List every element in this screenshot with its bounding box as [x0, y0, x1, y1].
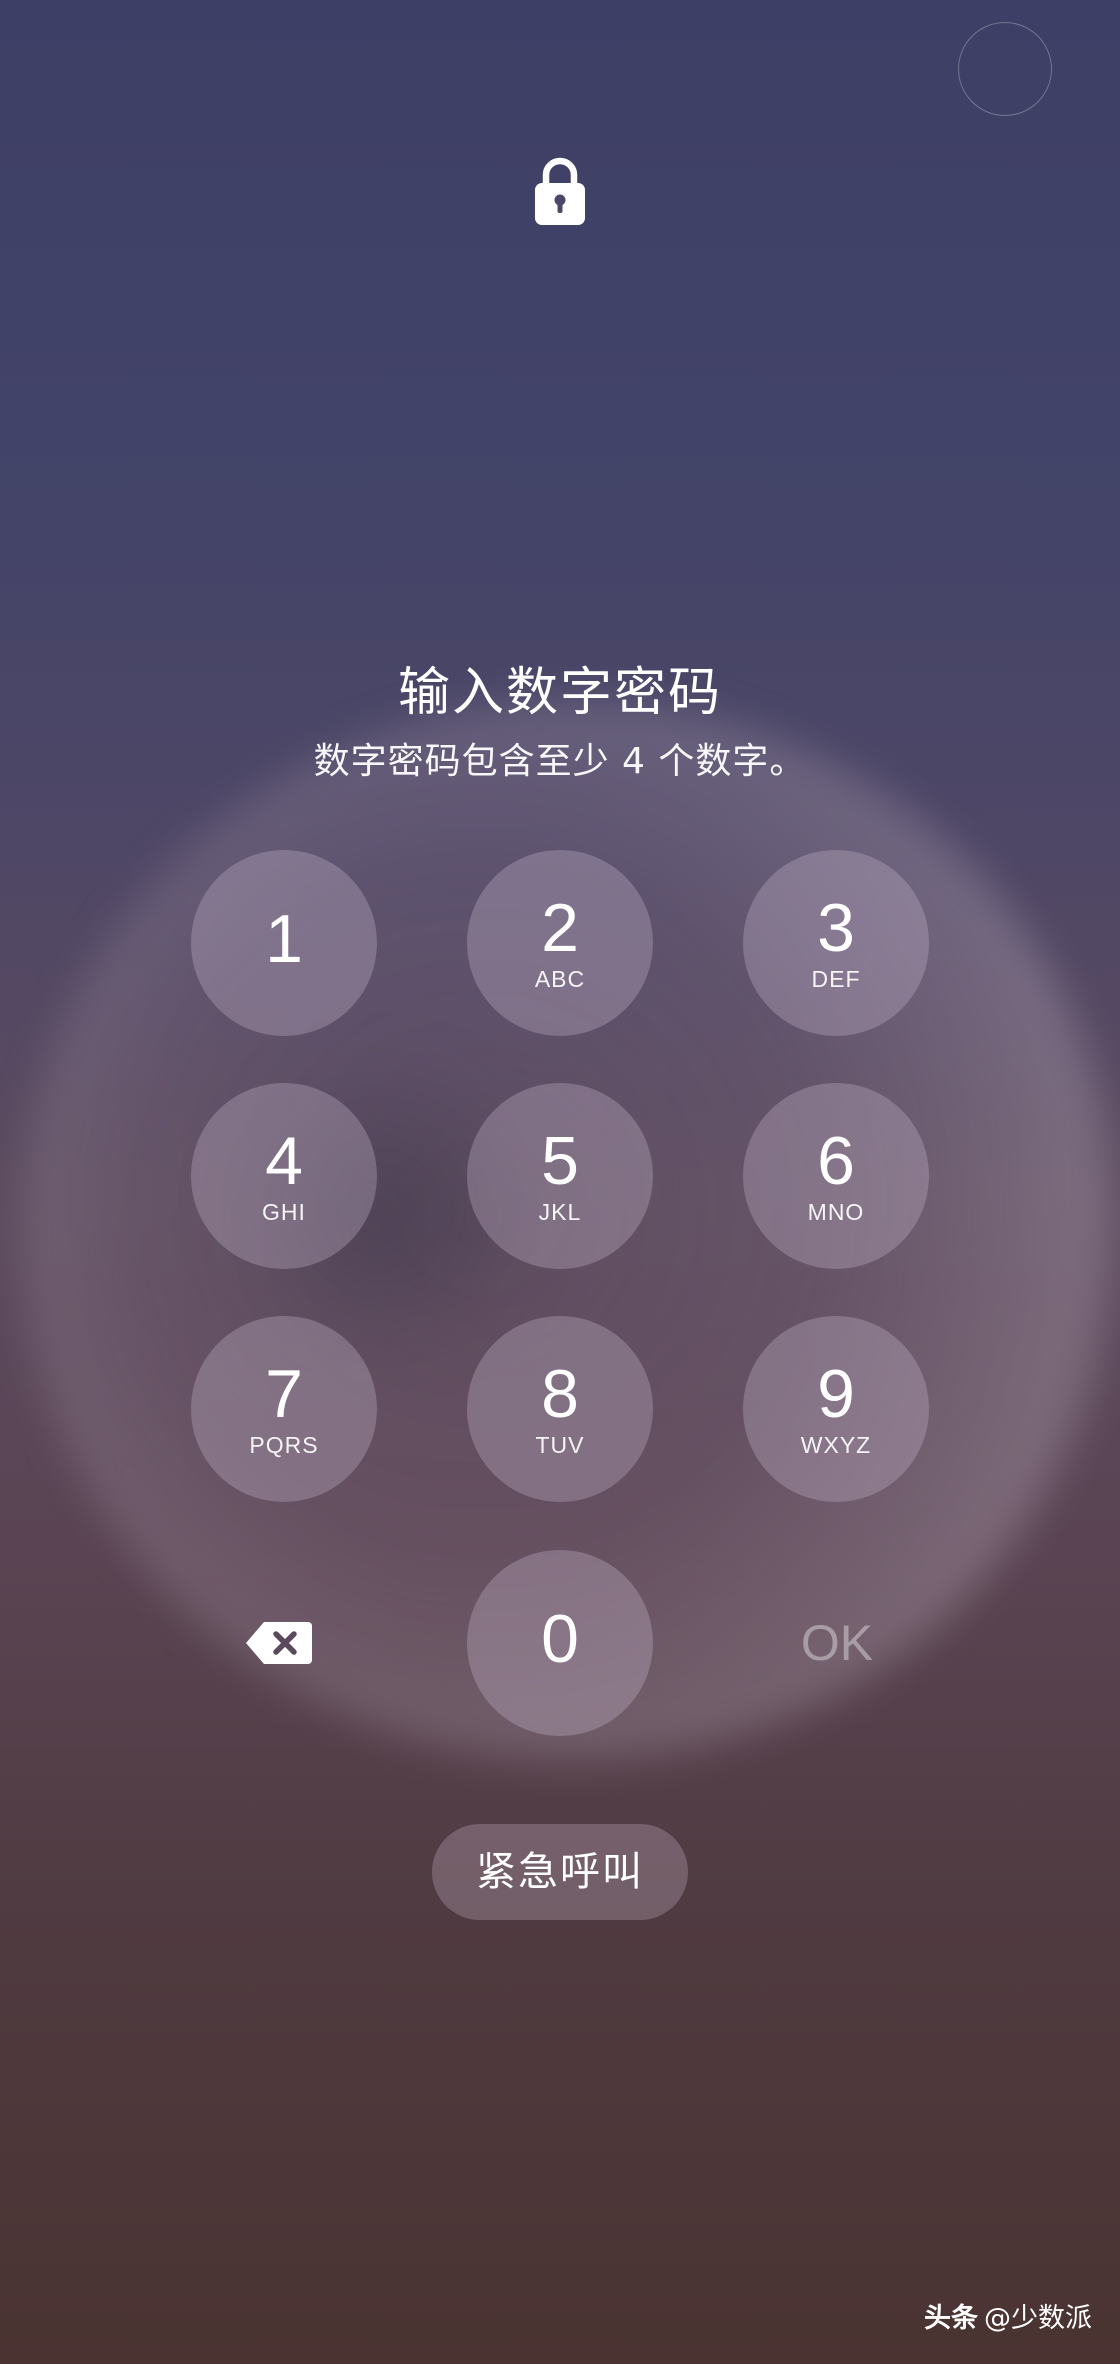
key-3[interactable]: 3 DEF	[743, 850, 929, 1036]
watermark: 头条 @少数派	[924, 2296, 1092, 2335]
key-digit: 7	[265, 1356, 303, 1432]
key-letters: ABC	[534, 966, 586, 992]
key-letters: DEF	[811, 966, 861, 992]
key-1[interactable]: 1	[191, 850, 377, 1036]
key-digit: 1	[265, 901, 303, 977]
page-title: 输入数字密码	[397, 663, 722, 723]
watermark-logo: 头条	[924, 2303, 978, 2334]
key-7[interactable]: 7 PQRS	[191, 1316, 377, 1502]
key-digit: 4	[265, 1123, 303, 1199]
key-digit: 3	[817, 890, 855, 966]
emergency-call-button[interactable]: 紧急呼叫	[432, 1824, 688, 1920]
key-6[interactable]: 6 MNO	[743, 1083, 929, 1269]
key-2[interactable]: 2 ABC	[467, 850, 653, 1036]
key-4[interactable]: 4 GHI	[191, 1083, 377, 1269]
key-digit: 6	[817, 1123, 855, 1199]
key-letters: GHI	[262, 1199, 306, 1225]
key-0[interactable]: 0	[467, 1550, 653, 1736]
key-letters: TUV	[535, 1432, 585, 1458]
key-5[interactable]: 5 JKL	[467, 1083, 653, 1269]
key-letters: MNO	[807, 1199, 865, 1225]
key-digit: 8	[541, 1356, 579, 1432]
backspace-icon[interactable]	[244, 1620, 314, 1666]
lock-screen: 输入数字密码 数字密码包含至少 4 个数字。 1 2 ABC 3 DEF 4 G…	[0, 0, 1120, 2364]
pin-requirement-text: 数字密码包含至少 4 个数字。	[313, 741, 807, 782]
key-letters: WXYZ	[800, 1432, 872, 1458]
key-digit: 9	[817, 1356, 855, 1432]
key-digit: 2	[541, 890, 579, 966]
key-digit: 5	[541, 1123, 579, 1199]
ok-button[interactable]: OK	[744, 1598, 930, 1688]
key-letters: JKL	[538, 1199, 582, 1225]
lock-icon	[535, 157, 585, 225]
key-8[interactable]: 8 TUV	[467, 1316, 653, 1502]
watermark-handle: @少数派	[984, 2303, 1092, 2334]
key-digit: 0	[541, 1601, 579, 1677]
key-9[interactable]: 9 WXYZ	[743, 1316, 929, 1502]
key-letters: PQRS	[249, 1432, 319, 1458]
corner-indicator	[958, 22, 1052, 116]
